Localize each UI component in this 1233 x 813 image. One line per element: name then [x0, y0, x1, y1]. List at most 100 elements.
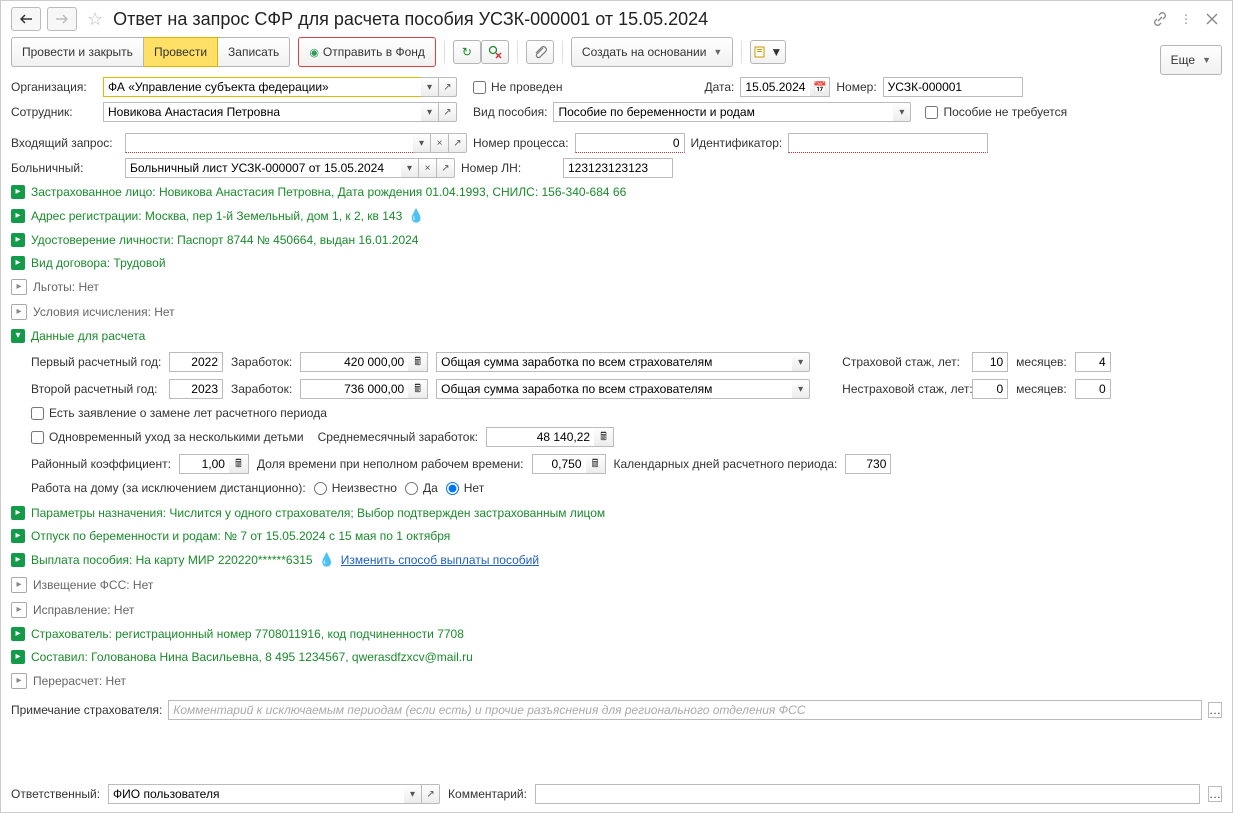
sick-leave-combo[interactable]: ▾ × ↗: [125, 158, 455, 178]
incoming-request-input[interactable]: [125, 133, 413, 153]
dropdown-icon[interactable]: ▾: [401, 158, 419, 178]
expand-icon[interactable]: ▸: [11, 185, 25, 199]
benefit-type-combo[interactable]: ▾: [553, 102, 911, 122]
calc-icon[interactable]: 🖩: [408, 379, 428, 399]
calc-icon[interactable]: 🖩: [586, 454, 606, 474]
expand-icon[interactable]: ▸: [11, 506, 25, 520]
earn-type2-input[interactable]: [436, 379, 792, 399]
nonins-months-input[interactable]: [1075, 379, 1111, 399]
save-button[interactable]: Записать: [218, 37, 290, 67]
year1-input[interactable]: [169, 352, 223, 372]
organization-combo[interactable]: ▾ ↗: [103, 77, 457, 97]
open-ref-icon[interactable]: ↗: [437, 158, 455, 178]
expand-icon[interactable]: ▸: [11, 233, 25, 247]
nav-back-button[interactable]: [11, 7, 41, 31]
post-and-close-button[interactable]: Провести и закрыть: [11, 37, 144, 67]
comment-input[interactable]: [535, 784, 1200, 804]
expand-icon[interactable]: ▸: [11, 673, 27, 689]
calendar-icon[interactable]: 📅: [810, 77, 830, 97]
collapse-icon[interactable]: ▾: [11, 329, 25, 343]
link-icon[interactable]: [1150, 11, 1170, 27]
dropdown-icon[interactable]: ▾: [421, 77, 439, 97]
earnings2-input[interactable]: [300, 379, 408, 399]
refresh-button[interactable]: ↻: [453, 40, 481, 64]
dropdown-icon[interactable]: ▾: [792, 352, 810, 372]
change-pay-method-link[interactable]: Изменить способ выплаты пособий: [341, 553, 539, 567]
homework-unknown-radio[interactable]: [314, 482, 327, 495]
expand-icon[interactable]: ▸: [11, 256, 25, 270]
kebab-menu-icon[interactable]: ⋮: [1176, 12, 1196, 26]
expand-icon[interactable]: ▸: [11, 304, 27, 320]
attach-button[interactable]: [526, 40, 554, 64]
benefit-type-input[interactable]: [553, 102, 893, 122]
dropdown-icon[interactable]: ▾: [792, 379, 810, 399]
incoming-request-combo[interactable]: ▾ × ↗: [125, 133, 467, 153]
earnings1-input[interactable]: [300, 352, 408, 372]
dropdown-icon[interactable]: ▾: [404, 784, 422, 804]
replace-years-checkbox[interactable]: [31, 407, 44, 420]
date-label: Дата:: [704, 80, 734, 94]
open-ref-icon[interactable]: ↗: [439, 102, 457, 122]
number-input[interactable]: [883, 77, 1023, 97]
employee-input[interactable]: [103, 102, 421, 122]
expand-icon[interactable]: ▸: [11, 650, 25, 664]
expand-icon[interactable]: ▸: [11, 279, 27, 295]
parttime-input[interactable]: [532, 454, 586, 474]
process-no-input[interactable]: [575, 133, 685, 153]
district-coef-input[interactable]: [179, 454, 229, 474]
organization-input[interactable]: [103, 77, 421, 97]
ins-months-input[interactable]: [1075, 352, 1111, 372]
calc-icon[interactable]: 🖩: [229, 454, 249, 474]
expand-icon[interactable]: ▸: [11, 627, 25, 641]
expand-icon[interactable]: ▸: [11, 209, 25, 223]
ins-years-input[interactable]: [972, 352, 1008, 372]
cancel-refresh-button[interactable]: [481, 40, 509, 64]
more-button[interactable]: Еще ▼: [1160, 45, 1222, 75]
expand-icon[interactable]: ▸: [11, 577, 27, 593]
clear-icon[interactable]: ×: [419, 158, 437, 178]
calendar-days-input[interactable]: [845, 454, 891, 474]
calc-icon[interactable]: 🖩: [594, 427, 614, 447]
dropdown-icon[interactable]: ▾: [421, 102, 439, 122]
create-on-basis-button[interactable]: Создать на основании ▼: [571, 37, 733, 67]
year2-input[interactable]: [169, 379, 223, 399]
homework-no-radio[interactable]: [446, 482, 459, 495]
avg-monthly-label: Среднемесячный заработок:: [318, 430, 478, 444]
dropdown-icon[interactable]: ▾: [413, 133, 431, 153]
avg-monthly-input[interactable]: [486, 427, 594, 447]
identifier-input[interactable]: [788, 133, 988, 153]
open-ref-icon[interactable]: ↗: [422, 784, 440, 804]
eyedropper-icon[interactable]: 💧: [319, 552, 335, 568]
nonins-years-input[interactable]: [972, 379, 1008, 399]
comment-ellipsis-button[interactable]: …: [1208, 786, 1222, 802]
open-ref-icon[interactable]: ↗: [449, 133, 467, 153]
dropdown-icon[interactable]: ▾: [893, 102, 911, 122]
date-input[interactable]: [740, 77, 810, 97]
responsible-input[interactable]: [108, 784, 404, 804]
calc-icon[interactable]: 🖩: [408, 352, 428, 372]
insurer-note-label: Примечание страхователя:: [11, 703, 162, 717]
employee-combo[interactable]: ▾ ↗: [103, 102, 457, 122]
clear-icon[interactable]: ×: [431, 133, 449, 153]
favorite-star-icon[interactable]: ☆: [87, 9, 103, 30]
close-icon[interactable]: [1202, 13, 1222, 25]
post-button[interactable]: Провести: [144, 37, 218, 67]
earn-type1-input[interactable]: [436, 352, 792, 372]
nav-forward-button[interactable]: [47, 7, 77, 31]
insurer-note-ellipsis-button[interactable]: …: [1208, 702, 1222, 718]
responsible-combo[interactable]: ▾ ↗: [108, 784, 440, 804]
not-posted-checkbox[interactable]: [473, 81, 486, 94]
multi-care-checkbox[interactable]: [31, 431, 44, 444]
eyedropper-icon[interactable]: 💧: [408, 208, 424, 224]
open-ref-icon[interactable]: ↗: [439, 77, 457, 97]
send-to-fund-button[interactable]: ◉ Отправить в Фонд: [298, 37, 436, 67]
print-menu-button[interactable]: ▼: [750, 40, 786, 64]
expand-icon[interactable]: ▸: [11, 529, 25, 543]
sick-leave-input[interactable]: [125, 158, 401, 178]
insurer-note-input[interactable]: [168, 700, 1202, 720]
ln-no-input[interactable]: [563, 158, 673, 178]
expand-icon[interactable]: ▸: [11, 553, 25, 567]
homework-yes-radio[interactable]: [405, 482, 418, 495]
benefit-not-needed-checkbox[interactable]: [925, 106, 938, 119]
expand-icon[interactable]: ▸: [11, 602, 27, 618]
